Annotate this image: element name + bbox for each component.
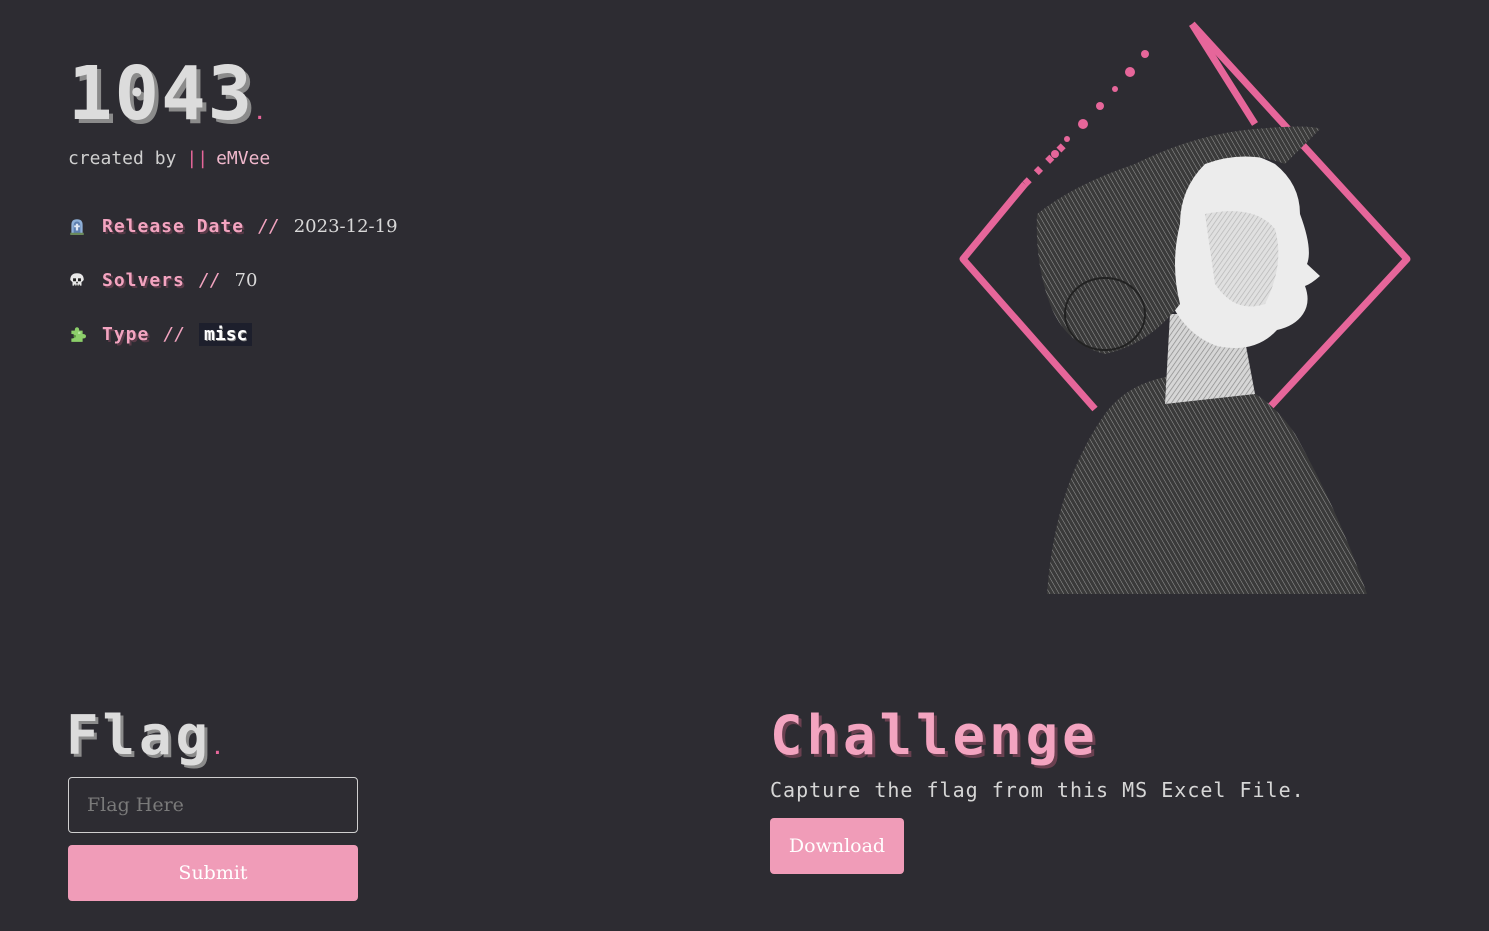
release-date-value: 2023-12-19 xyxy=(293,215,398,237)
solvers-slash: // xyxy=(198,269,221,291)
submit-button[interactable]: Submit xyxy=(68,845,358,901)
flag-input[interactable] xyxy=(68,777,358,833)
portrait-illustration xyxy=(959,21,1411,594)
challenge-description: Capture the flag from this MS Excel File… xyxy=(770,778,1305,802)
meta-solvers: Solvers // 70 xyxy=(68,266,398,294)
puzzle-icon xyxy=(71,327,86,342)
author-separator: || xyxy=(186,148,209,169)
release-slash: // xyxy=(258,215,280,237)
created-by-label: created by xyxy=(68,148,177,169)
flag-heading: Flag. xyxy=(66,704,227,767)
challenge-page: 1043. created by || eMVee Release Date // … xyxy=(0,0,1489,931)
tombstone-icon xyxy=(70,219,84,235)
release-date-label: Release Date xyxy=(102,215,245,237)
challenge-meta: Release Date // 2023-12-19 Solvers // 70 xyxy=(68,212,398,374)
download-button[interactable]: Download xyxy=(770,818,904,874)
type-badge: misc xyxy=(199,322,253,346)
type-slash: // xyxy=(163,323,186,345)
type-label: Type xyxy=(102,323,150,345)
skull-icon xyxy=(70,273,84,287)
challenge-heading: Challenge xyxy=(770,704,1099,767)
author-name: eMVee xyxy=(216,148,271,169)
challenge-title: 1043. xyxy=(68,51,268,137)
solvers-value: 70 xyxy=(234,269,258,291)
flag-heading-dot: . xyxy=(212,738,227,759)
solvers-label: Solvers xyxy=(102,269,185,291)
meta-release: Release Date // 2023-12-19 xyxy=(68,212,398,240)
meta-type: Type // misc xyxy=(68,320,398,348)
author-line: created by || eMVee xyxy=(68,148,270,169)
title-dot: . xyxy=(254,103,268,124)
